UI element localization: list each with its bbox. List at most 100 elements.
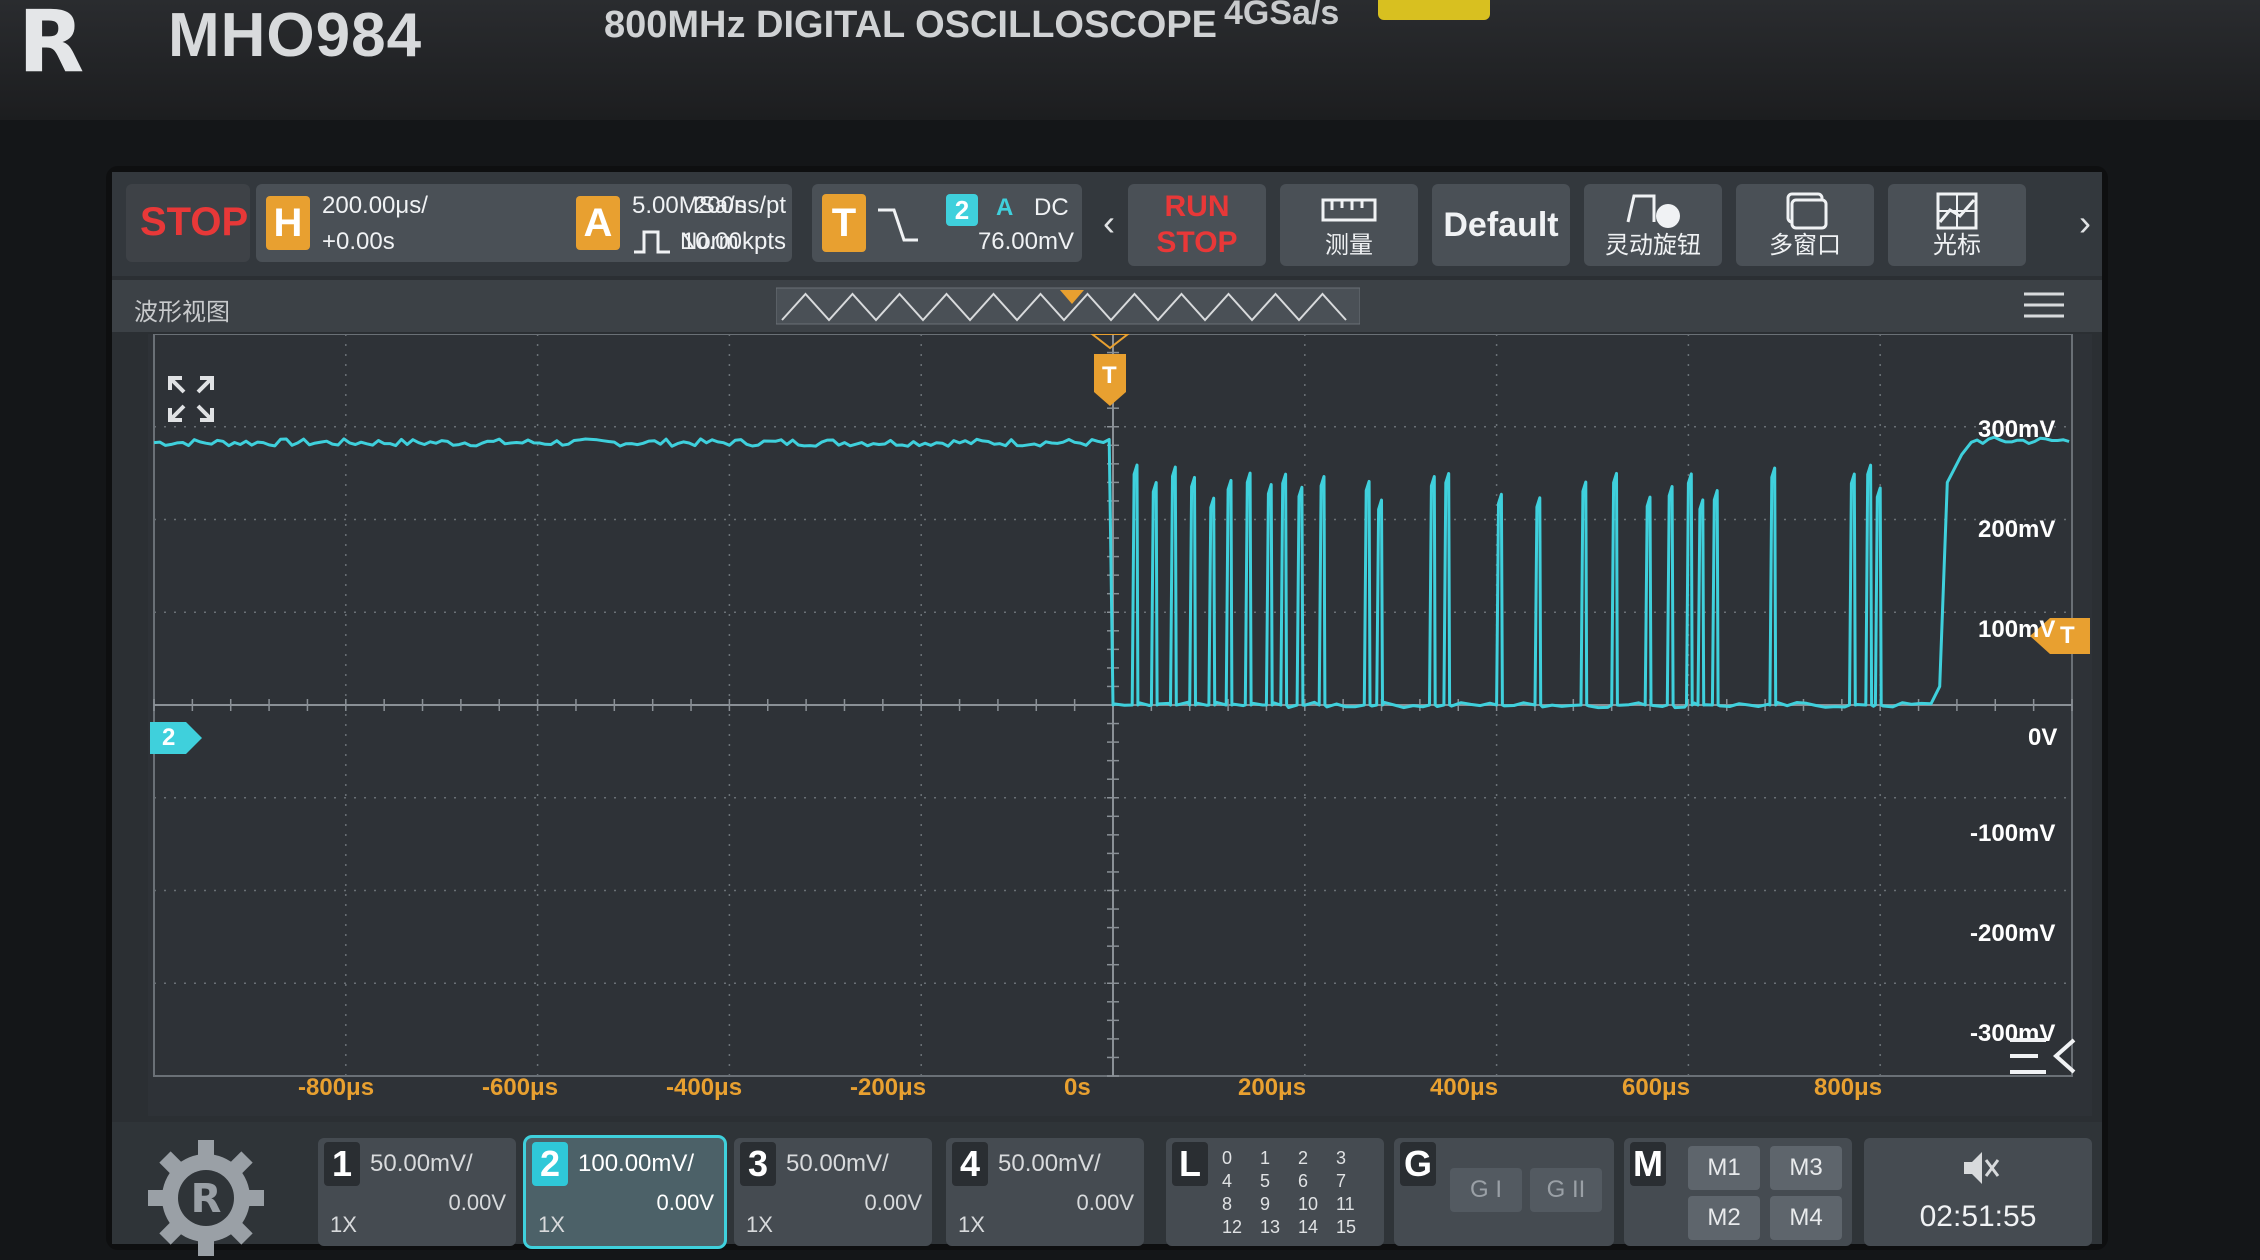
model-description: 800MHz DIGITAL OSCILLOSCOPE [604,4,1218,46]
menu-icon[interactable] [2022,290,2066,320]
run-state-label: STOP [140,200,249,244]
volt-label-0v: 0V [2028,724,2058,751]
volt-label-200mv: 200mV [1978,516,2056,543]
channel1-box[interactable]: 1 50.00mV/ 0.00V 1X [318,1138,516,1246]
toolbar-prev-icon[interactable]: ‹ [1096,184,1122,262]
channel1-number: 1 [324,1142,360,1186]
logic-bit: 9 [1260,1194,1271,1214]
memory-depth: 10.00kpts [681,228,786,255]
status-bar: STOP H 200.00μs/ +0.00s A 5.00MSa/s Norm… [112,172,2102,276]
multi-window-button[interactable]: 多窗口 [1736,184,1874,266]
channel3-number: 3 [740,1142,776,1186]
timebase: 200.00μs/ [322,192,428,219]
trigger-coupling: DC [1034,194,1069,221]
logic-bit: 15 [1336,1217,1357,1237]
measure-label: 测量 [1325,232,1373,259]
volt-label-minus200mv: -200mV [1970,920,2056,947]
math-m1-button[interactable]: M1 [1688,1146,1760,1190]
toolbar-next-icon[interactable]: › [2072,184,2098,262]
channel2-probe: 1X [538,1212,565,1237]
brand-logo: R [18,0,85,92]
logic-bit: 0 [1222,1148,1233,1168]
time-label-0s: 0s [1064,1074,1091,1101]
logic-bit: 3 [1336,1148,1347,1168]
trigger-source-badge: 2 [946,194,978,226]
time-per-point: 200ns/pt [693,192,786,219]
smart-knob-button[interactable]: 灵动旋钮 [1584,184,1722,266]
time-label-minus600: -600μs [482,1074,559,1101]
collapse-panel-icon[interactable] [2008,1034,2078,1080]
channel3-scale: 50.00mV/ [786,1150,889,1177]
clock-box[interactable]: 02:51:55 [1864,1138,2092,1246]
channel2-marker-label: 2 [162,724,176,751]
channel2-scale: 100.00mV/ [578,1150,695,1177]
channel4-box[interactable]: 4 50.00mV/ 0.00V 1X [946,1138,1144,1246]
time-label-minus400: -400μs [666,1074,743,1101]
channel4-number: 4 [952,1142,988,1186]
measure-button[interactable]: 测量 [1280,184,1418,266]
run-stop-button[interactable]: RUN STOP [1128,184,1266,266]
trigger-coupling-a: A [996,194,1014,221]
channel4-offset: 0.00V [1076,1190,1135,1215]
trigger-position-label: T [1102,362,1117,389]
time-label-minus200: -200μs [850,1074,927,1101]
math-box[interactable]: M M1 M3 M2 M4 [1624,1138,1852,1246]
logic-channels-box[interactable]: L 0 1 2 3 4 5 6 7 8 9 10 11 12 13 14 15 [1166,1138,1384,1246]
channel2-ground-marker[interactable] [148,720,204,756]
generator-1-button[interactable]: G I [1450,1168,1522,1212]
waveform-graticule [153,334,2073,1077]
scope-screen: STOP H 200.00μs/ +0.00s A 5.00MSa/s Norm… [112,172,2102,1256]
channel2-number: 2 [532,1142,568,1186]
waveform-header: 波形视图 [112,280,2102,332]
memory-overview[interactable] [776,286,1360,326]
generator-letter: G [1400,1142,1436,1186]
acquire-icon: A [576,196,620,250]
channel2-trace [153,435,2070,710]
math-m4-button[interactable]: M4 [1770,1196,1842,1240]
max-sample-rate: 4GSa/s [1224,0,1340,32]
trigger-level: 76.00mV [977,228,1074,255]
run-label: RUN [1164,190,1230,223]
generator-2-button[interactable]: G II [1530,1168,1602,1212]
time-label-400: 400μs [1430,1074,1499,1101]
logic-bit: 7 [1336,1171,1347,1191]
channel2-box[interactable]: 2 100.00mV/ 0.00V 1X [526,1138,724,1246]
cursor-label: 光标 [1933,232,1981,259]
logic-bit: 4 [1222,1171,1233,1191]
bandwidth-badge [1378,0,1490,20]
horizontal-offset: +0.00s [322,228,395,255]
smart-knob-label: 灵动旋钮 [1605,232,1701,259]
speaker-muted-icon[interactable] [1960,1148,2000,1188]
falling-edge-icon [878,208,918,242]
waveform-view-title: 波形视图 [134,299,230,326]
time-label-600: 600μs [1622,1074,1691,1101]
time-label-800: 800μs [1814,1074,1883,1101]
horizontal-icon: H [266,196,310,250]
math-m2-button[interactable]: M2 [1688,1196,1760,1240]
logic-bit-grid: 0 1 2 3 4 5 6 7 8 9 10 11 12 13 14 15 [1222,1148,1374,1238]
multi-window-label: 多窗口 [1769,232,1841,259]
fullscreen-icon[interactable] [166,374,216,424]
channel1-scale: 50.00mV/ [370,1150,473,1177]
cursor-button[interactable]: 光标 [1888,184,2026,266]
logic-bit: 6 [1298,1171,1309,1191]
generator-box[interactable]: G G I G II [1394,1138,1614,1246]
time-label-minus800: -800μs [298,1074,375,1101]
horizontal-acquire-panel[interactable]: H 200.00μs/ +0.00s A 5.00MSa/s Norm 200n… [256,184,792,262]
run-state-indicator[interactable]: STOP [126,184,250,262]
trigger-panel[interactable]: T 2 A DC 76.00mV [812,184,1082,262]
channel4-scale: 50.00mV/ [998,1150,1101,1177]
channel3-box[interactable]: 3 50.00mV/ 0.00V 1X [734,1138,932,1246]
svg-text:R: R [191,1176,222,1222]
model-name: MHO984 [168,1,423,70]
pulse-icon [634,230,670,254]
settings-gear-icon[interactable]: R [144,1136,268,1260]
channel2-offset: 0.00V [656,1190,715,1215]
logic-bit: 5 [1260,1171,1271,1191]
trigger-icon: T [822,194,866,252]
default-button[interactable]: Default [1432,184,1570,266]
math-m3-button[interactable]: M3 [1770,1146,1842,1190]
channel4-probe: 1X [958,1212,985,1237]
logic-bit: 13 [1260,1217,1281,1237]
waveform-display[interactable]: T 2 T 300mV 200mV 100mV 0V -100mV -200mV… [148,334,2092,1116]
